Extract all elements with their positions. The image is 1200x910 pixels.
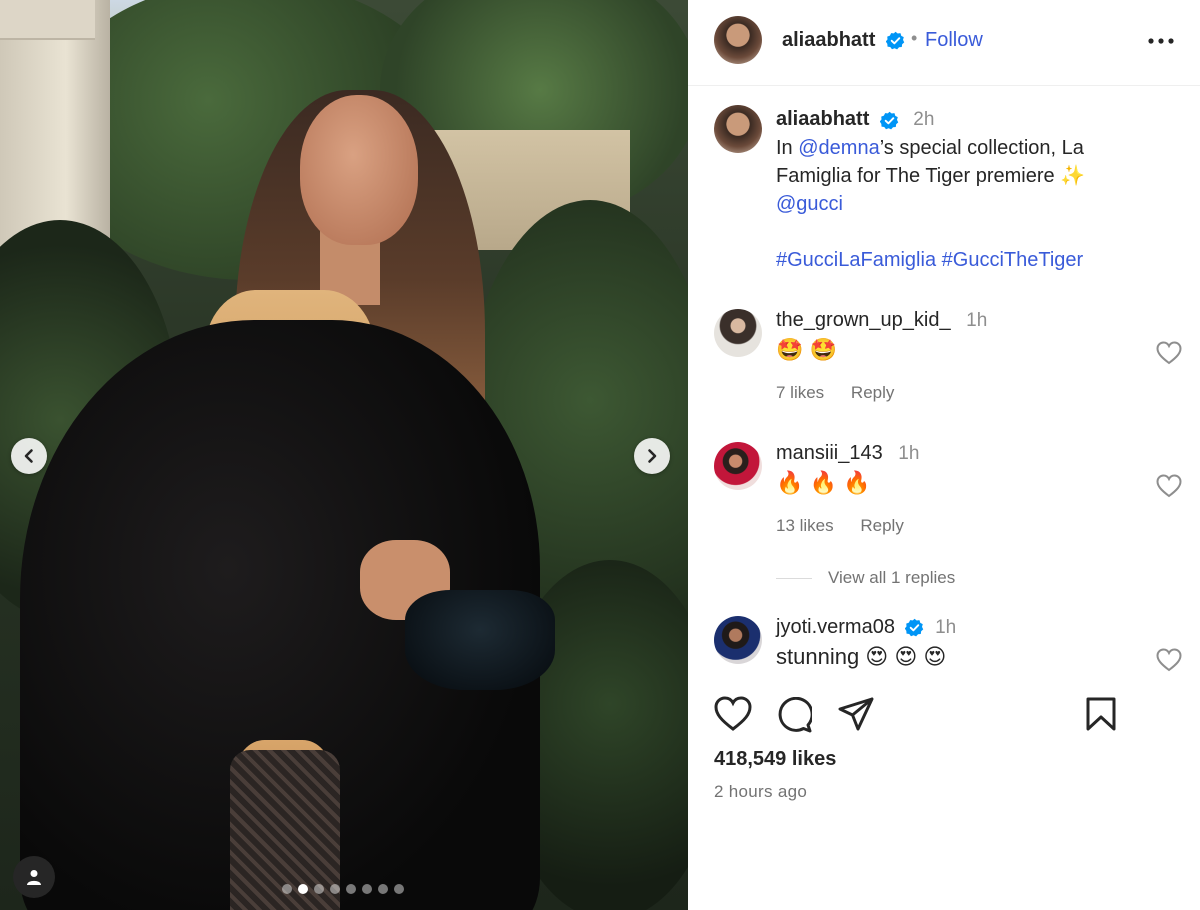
mention-link[interactable]: @demna (798, 137, 879, 159)
verified-badge-icon (879, 111, 899, 130)
carousel-prev-button[interactable] (11, 438, 47, 474)
comment-meta: 7 likes Reply (776, 383, 916, 403)
caption-username[interactable]: aliaabhatt (776, 108, 869, 130)
replies-divider (776, 577, 812, 579)
carousel-indicator (282, 884, 404, 894)
comment-like-button[interactable] (1156, 474, 1182, 503)
caption-header: aliaabhatt 2h (776, 108, 934, 131)
caption-text-part: In (776, 137, 799, 159)
commenter-avatar[interactable] (714, 442, 762, 490)
heart-icon (1156, 474, 1182, 498)
comment-time[interactable]: 1h (898, 443, 919, 464)
author-avatar[interactable] (714, 16, 762, 64)
photo-wall-cap (0, 0, 95, 40)
carousel-dot (378, 884, 388, 894)
comment-reply-button[interactable]: Reply (860, 516, 903, 535)
comment-time[interactable]: 1h (935, 617, 956, 638)
carousel-dot (314, 884, 324, 894)
comment-like-button[interactable] (1156, 648, 1182, 677)
comment-header: mansiii_143 1h (776, 442, 919, 465)
photo-subject-bag (405, 590, 555, 690)
header-separator: • (911, 28, 918, 48)
comment-text: stunning 😍 😍 😍 (776, 644, 947, 669)
verified-badge-icon (886, 31, 905, 50)
post-timestamp[interactable]: 2 hours ago (714, 782, 807, 802)
caption-text: In @demna’s special collection, La Famig… (776, 134, 1136, 274)
carousel-dot (282, 884, 292, 894)
hashtag-link[interactable]: #GucciLaFamiglia (776, 249, 936, 271)
heart-icon (1156, 648, 1182, 672)
comment-reply-button[interactable]: Reply (851, 383, 894, 402)
follow-button[interactable]: Follow (925, 29, 983, 52)
heart-icon (1156, 341, 1182, 365)
author-username[interactable]: aliaabhatt (782, 29, 875, 52)
caption-hashtags: #GucciLaFamiglia #GucciTheTiger (776, 246, 1136, 274)
bookmark-icon (1086, 697, 1116, 731)
photo-subject-face (300, 95, 418, 245)
comment-likes[interactable]: 7 likes (776, 383, 824, 402)
heart-icon (714, 696, 752, 731)
commenter-avatar[interactable] (714, 309, 762, 357)
commenter-username[interactable]: the_grown_up_kid_ (776, 309, 951, 331)
comment-header: the_grown_up_kid_ 1h (776, 309, 987, 332)
chevron-right-icon (648, 449, 657, 463)
share-button[interactable] (838, 697, 874, 736)
post-header: aliaabhatt • Follow (688, 0, 1200, 86)
more-options-button[interactable] (1148, 32, 1174, 50)
carousel-dot (298, 884, 308, 894)
caption-time[interactable]: 2h (913, 109, 934, 130)
like-button[interactable] (714, 696, 752, 737)
user-tag-icon (27, 870, 41, 885)
comment-like-button[interactable] (1156, 341, 1182, 370)
commenter-avatar[interactable] (714, 616, 762, 664)
more-options-icon (1148, 38, 1174, 44)
carousel-dot (330, 884, 340, 894)
commenter-username[interactable]: mansiii_143 (776, 442, 883, 464)
carousel-next-button[interactable] (634, 438, 670, 474)
save-button[interactable] (1086, 697, 1116, 736)
comment-text: 🔥 🔥 🔥 (776, 470, 871, 495)
view-replies-button[interactable]: View all 1 replies (776, 568, 955, 588)
verified-badge-icon (904, 618, 924, 637)
comment-time[interactable]: 1h (966, 310, 987, 331)
comment-button[interactable] (776, 696, 814, 738)
comment-text: 🤩 🤩 (776, 337, 837, 362)
post-action-bar (688, 696, 1200, 736)
post-media[interactable] (0, 0, 688, 910)
commenter-username[interactable]: jyoti.verma08 (776, 616, 895, 638)
share-icon (838, 697, 874, 731)
carousel-dot (394, 884, 404, 894)
mention-link[interactable]: @gucci (776, 193, 843, 215)
comment-header: jyoti.verma08 1h (776, 616, 956, 639)
comment-meta: 13 likes Reply (776, 516, 926, 536)
comment-icon (778, 696, 814, 733)
author-avatar[interactable] (714, 105, 762, 153)
user-tags-button[interactable] (13, 856, 55, 898)
carousel-dot (346, 884, 356, 894)
view-replies-label: View all 1 replies (828, 568, 956, 587)
carousel-dot (362, 884, 372, 894)
chevron-left-icon (24, 449, 33, 463)
post-details-panel: aliaabhatt • Follow aliaabhatt 2h In @de… (688, 0, 1200, 910)
comment-likes[interactable]: 13 likes (776, 516, 834, 535)
like-count[interactable]: 418,549 likes (714, 748, 836, 771)
hashtag-link[interactable]: #GucciTheTiger (942, 249, 1084, 271)
